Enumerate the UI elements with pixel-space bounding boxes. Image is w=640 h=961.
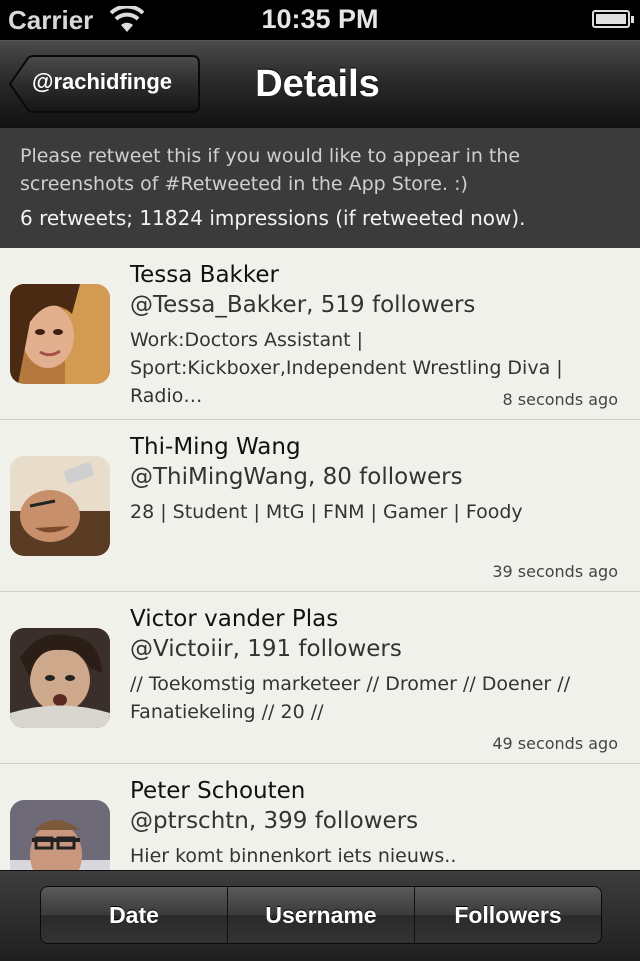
- clock: 10:35 PM: [261, 4, 379, 34]
- retweeter-handle: @Tessa_Bakker, 519 followers: [130, 292, 476, 318]
- avatar: [10, 456, 110, 556]
- tweet-stats: 6 retweets; 11824 impressions (if retwee…: [20, 206, 526, 230]
- retweeter-name: Peter Schouten: [130, 778, 306, 804]
- retweeter-handle: @ptrschtn, 399 followers: [130, 808, 419, 834]
- retweeter-name: Thi-Ming Wang: [130, 434, 301, 460]
- navigation-bar: @rachidfinge Details: [0, 40, 640, 129]
- retweet-time: 8 seconds ago: [502, 390, 619, 409]
- avatar: [10, 800, 110, 870]
- retweeter-handle: @ThiMingWang, 80 followers: [130, 464, 463, 490]
- back-button-label: @rachidfinge: [32, 69, 173, 94]
- retweet-time: 49 seconds ago: [492, 734, 618, 753]
- status-bar: Carrier 10:35 PM: [0, 0, 640, 40]
- avatar: [10, 628, 110, 728]
- page-title: Details: [255, 63, 380, 105]
- sort-segmented-control[interactable]: Date Username Followers: [40, 886, 602, 944]
- sort-by-followers-button[interactable]: Followers: [415, 887, 601, 943]
- retweeter-bio: // Toekomstig marketeer // Dromer // Doe…: [130, 673, 571, 723]
- retweeter-bio: Hier komt binnenkort iets nieuws..: [130, 845, 457, 867]
- list-item[interactable]: Victor vander Plas @Victoiir, 191 follow…: [0, 592, 640, 764]
- retweeter-name: Tessa Bakker: [130, 262, 279, 288]
- list-item[interactable]: Peter Schouten @ptrschtn, 399 followers …: [0, 764, 640, 870]
- tweet-text: Please retweet this if you would like to…: [20, 145, 521, 195]
- bottom-toolbar: Date Username Followers: [0, 870, 640, 961]
- battery-icon: [592, 10, 634, 28]
- retweeter-handle: @Victoiir, 191 followers: [130, 636, 402, 662]
- sort-by-date-button[interactable]: Date: [41, 887, 228, 943]
- retweeter-name: Victor vander Plas: [130, 606, 339, 632]
- avatar: [10, 284, 110, 384]
- tweet-summary: Please retweet this if you would like to…: [0, 128, 640, 248]
- sort-by-username-button[interactable]: Username: [228, 887, 415, 943]
- retweeter-list[interactable]: Tessa Bakker @Tessa_Bakker, 519 follower…: [0, 248, 640, 870]
- list-item[interactable]: Thi-Ming Wang @ThiMingWang, 80 followers…: [0, 420, 640, 592]
- retweet-time: 39 seconds ago: [492, 562, 618, 581]
- back-button[interactable]: @rachidfinge: [8, 55, 200, 113]
- retweeter-bio: 28 | Student | MtG | FNM | Gamer | Foody: [130, 501, 523, 523]
- list-item[interactable]: Tessa Bakker @Tessa_Bakker, 519 follower…: [0, 248, 640, 420]
